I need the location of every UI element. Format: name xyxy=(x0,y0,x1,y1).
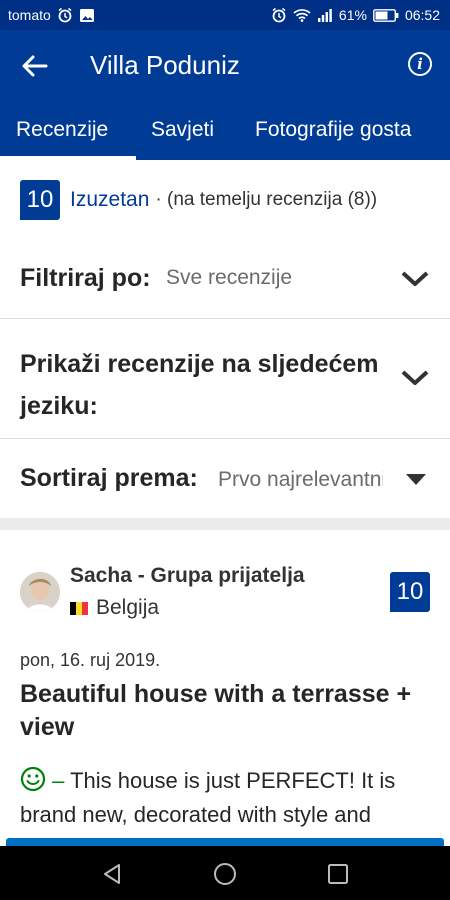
positive-dash: – xyxy=(52,768,65,793)
filter-by-value: Sve recenzije xyxy=(166,266,293,289)
info-icon[interactable]: i xyxy=(408,52,432,76)
language-row[interactable]: Prikaži recenzije na sljedećem jeziku: xyxy=(0,319,450,439)
status-bar: tomato 61% 06:52 xyxy=(0,0,450,30)
section-divider xyxy=(0,518,450,530)
tab-guest-photos[interactable]: Fotografije gosta xyxy=(255,118,411,142)
back-triangle-icon[interactable] xyxy=(100,862,124,886)
sort-row[interactable]: Sortiraj prema: Prvo najrelevantnije xyxy=(0,439,450,518)
carrier-label: tomato xyxy=(8,7,51,23)
system-nav-bar xyxy=(0,846,450,900)
review-text: This house is just PERFECT! It is brand … xyxy=(20,768,396,827)
score-subtitle: · (na temelju recenzija (8)) xyxy=(155,189,378,210)
alarm-icon xyxy=(272,7,286,23)
chevron-down-icon xyxy=(401,271,429,286)
language-label-line1: Prikaži recenzije na sljedećem xyxy=(20,350,379,378)
score-word: Izuzetan xyxy=(70,188,150,211)
language-label: Prikaži recenzije na sljedećem jeziku: xyxy=(20,343,379,427)
recents-square-icon[interactable] xyxy=(326,862,350,886)
home-circle-icon[interactable] xyxy=(213,862,237,886)
signal-icon xyxy=(317,9,332,22)
battery-icon xyxy=(373,8,399,22)
tab-reviews[interactable]: Recenzije xyxy=(16,118,108,142)
smiley-icon xyxy=(20,766,46,792)
reviewer-name: Sacha - Grupa prijatelja xyxy=(70,564,305,587)
review-positive-text: – This house is just PERFECT! It is bran… xyxy=(20,764,435,832)
wifi-icon xyxy=(293,9,311,22)
clock: 06:52 xyxy=(404,7,440,23)
sort-value: Prvo najrelevantnije xyxy=(218,468,383,491)
review-score-badge: 10 xyxy=(390,572,430,612)
score-summary: 10 Izuzetan · (na temelju recenzija (8)) xyxy=(20,180,377,220)
tab-tips[interactable]: Savjeti xyxy=(151,118,214,142)
country-label: Belgija xyxy=(96,596,160,619)
avatar xyxy=(20,572,60,612)
arrow-left-icon[interactable] xyxy=(20,52,50,80)
alarm-icon xyxy=(58,7,72,23)
active-tab-indicator xyxy=(0,156,136,160)
filter-by-label: Filtriraj po: xyxy=(20,264,151,292)
app-bar: Villa Poduniz i xyxy=(0,30,450,102)
battery-percent: 61% xyxy=(338,7,367,23)
review-title: Beautiful house with a terrasse + view xyxy=(20,680,412,741)
reviewer-country: Belgija xyxy=(70,596,159,620)
tab-bar: Recenzije Savjeti Fotografije gosta xyxy=(0,102,450,160)
sort-label: Sortiraj prema: xyxy=(20,464,198,492)
chevron-down-icon xyxy=(401,370,429,385)
filter-by-row[interactable]: Filtriraj po: Sve recenzije xyxy=(0,238,450,319)
language-label-line2: jeziku: xyxy=(20,392,98,420)
image-icon xyxy=(79,8,94,22)
belgium-flag-icon xyxy=(70,601,88,615)
page-title: Villa Poduniz xyxy=(90,50,240,80)
caret-down-icon xyxy=(406,474,426,485)
review-date: pon, 16. ruj 2019. xyxy=(20,650,161,670)
score-badge: 10 xyxy=(20,180,60,220)
